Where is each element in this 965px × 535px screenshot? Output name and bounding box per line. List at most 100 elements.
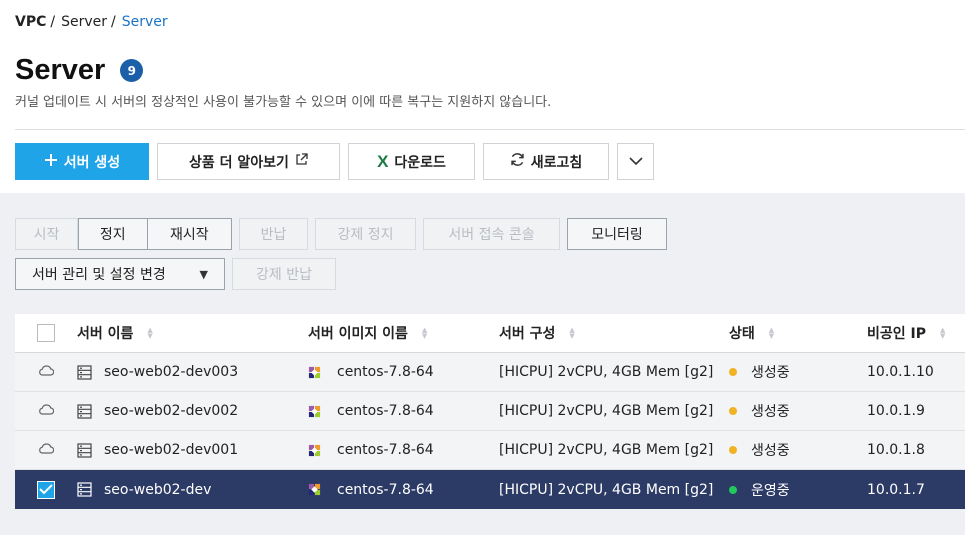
status-text: 생성중: [751, 443, 790, 459]
sort-icon: ▲ ▼: [147, 326, 153, 340]
row-checkbox[interactable]: [37, 480, 55, 499]
breadcrumb-vpc[interactable]: VPC: [15, 14, 46, 30]
server-image-cell: centos-7.8-64: [308, 482, 499, 498]
server-icon: [77, 403, 92, 419]
server-name[interactable]: seo-web02-dev: [104, 482, 211, 498]
server-image-cell: centos-7.8-64: [308, 364, 499, 380]
force-stop-button[interactable]: 강제 정지: [315, 218, 416, 250]
server-spec: [HICPU] 2vCPU, 4GB Mem [g2]: [499, 481, 714, 498]
server-status-cell: 생성중: [729, 401, 867, 421]
stop-button[interactable]: 정지: [79, 219, 148, 249]
server-icon: [77, 442, 92, 458]
private-ip: 10.0.1.7: [867, 481, 925, 498]
server-console-button[interactable]: 서버 접속 콘솔: [423, 218, 560, 250]
chevron-down-icon: [628, 154, 643, 170]
server-status-cell: 운영중: [729, 480, 867, 500]
server-table: 서버 이름 ▲ ▼ 서버 이미지 이름 ▲ ▼ 서버 구성 ▲ ▼ 상태 ▲ ▼ 비공인…: [15, 314, 965, 509]
table-row[interactable]: seo-web02-dev centos-7.8-64 [HICPU] 2vCP…: [15, 470, 965, 509]
external-link-icon: [295, 153, 308, 170]
table-row[interactable]: seo-web02-dev002 centos-7.8-64 [HICPU] 2…: [15, 392, 965, 431]
page-header: Server 9: [15, 54, 144, 87]
download-button[interactable]: X 다운로드: [348, 143, 475, 180]
force-return-button[interactable]: 강제 반납: [232, 258, 336, 290]
private-ip-cell: 10.0.1.8: [867, 442, 965, 458]
server-image-cell: centos-7.8-64: [308, 442, 499, 458]
private-ip-cell: 10.0.1.7: [867, 482, 965, 498]
breadcrumb-server-parent[interactable]: Server: [61, 14, 107, 30]
learn-more-button[interactable]: 상품 더 알아보기: [157, 143, 340, 180]
create-server-button[interactable]: 서버 생성: [15, 143, 149, 180]
server-image-cell: centos-7.8-64: [308, 403, 499, 419]
private-ip: 10.0.1.10: [867, 364, 934, 380]
server-count-badge: 9: [120, 59, 144, 82]
status-dot: [729, 368, 737, 376]
server-spec-cell: [HICPU] 2vCPU, 4GB Mem [g2]: [499, 364, 729, 380]
server-spec: [HICPU] 2vCPU, 4GB Mem [g2]: [499, 442, 714, 458]
server-name[interactable]: seo-web02-dev001: [104, 442, 238, 458]
private-ip-cell: 10.0.1.9: [867, 403, 965, 419]
column-header-ip-label: 비공인 IP: [867, 326, 926, 342]
column-header-ip[interactable]: 비공인 IP ▲ ▼: [867, 323, 965, 343]
cloud-icon[interactable]: [38, 403, 55, 419]
page-notice: 커널 업데이트 시 서버의 정상적인 사용이 불가능할 수 있으며 이에 따른 …: [15, 95, 552, 110]
row-select-cell: [15, 480, 77, 499]
header-checkbox-cell: [15, 324, 77, 342]
create-server-label: 서버 생성: [63, 154, 121, 171]
server-name[interactable]: seo-web02-dev002: [104, 403, 238, 419]
header-divider: [15, 129, 965, 130]
table-row[interactable]: seo-web02-dev001 centos-7.8-64 [HICPU] 2…: [15, 431, 965, 470]
toolbar: 서버 생성 상품 더 알아보기 X 다운로드 새로고침: [15, 143, 654, 180]
plus-icon: [44, 153, 58, 171]
column-header-image[interactable]: 서버 이미지 이름 ▲ ▼: [308, 323, 499, 343]
server-manage-label: 서버 관리 및 설정 변경: [32, 267, 166, 283]
select-all-checkbox[interactable]: [37, 324, 55, 342]
row-select-cell: [15, 442, 77, 458]
table-row[interactable]: seo-web02-dev003 centos-7.8-64 [HICPU] 2…: [15, 353, 965, 392]
more-options-button[interactable]: [617, 143, 654, 180]
server-image-name: centos-7.8-64: [337, 364, 434, 380]
column-header-spec[interactable]: 서버 구성 ▲ ▼: [499, 323, 729, 343]
refresh-icon: [510, 152, 525, 171]
server-name-cell: seo-web02-dev001: [77, 442, 308, 458]
table-body: seo-web02-dev003 centos-7.8-64 [HICPU] 2…: [15, 353, 965, 509]
breadcrumb-server-current[interactable]: Server: [122, 14, 168, 30]
column-header-status[interactable]: 상태 ▲ ▼: [729, 323, 867, 343]
server-name[interactable]: seo-web02-dev003: [104, 364, 238, 380]
server-manage-dropdown[interactable]: 서버 관리 및 설정 변경 ▼: [15, 258, 225, 290]
start-button[interactable]: 시작: [15, 218, 78, 250]
status-dot: [729, 407, 737, 415]
server-image-name: centos-7.8-64: [337, 481, 434, 498]
breadcrumb-separator: /: [111, 14, 116, 30]
server-image-name: centos-7.8-64: [337, 442, 434, 458]
stop-restart-group: 정지 재시작: [78, 218, 232, 250]
server-name-cell: seo-web02-dev002: [77, 403, 308, 419]
page-title: Server: [15, 54, 106, 86]
learn-more-label: 상품 더 알아보기: [189, 154, 289, 171]
table-header: 서버 이름 ▲ ▼ 서버 이미지 이름 ▲ ▼ 서버 구성 ▲ ▼ 상태 ▲ ▼ 비공인…: [15, 314, 965, 353]
server-spec: [HICPU] 2vCPU, 4GB Mem [g2]: [499, 403, 714, 419]
restart-button[interactable]: 재시작: [148, 219, 231, 249]
column-header-spec-label: 서버 구성: [499, 326, 556, 342]
monitoring-button[interactable]: 모니터링: [567, 218, 667, 250]
status-dot: [729, 485, 737, 494]
sort-icon: ▲ ▼: [939, 326, 946, 340]
private-ip-cell: 10.0.1.10: [867, 364, 965, 380]
server-name-cell: seo-web02-dev: [77, 482, 308, 498]
cloud-icon[interactable]: [38, 442, 55, 458]
cloud-icon[interactable]: [38, 364, 55, 380]
server-status-cell: 생성중: [729, 440, 867, 460]
sort-icon: ▲ ▼: [421, 326, 428, 340]
breadcrumb-separator: /: [50, 14, 56, 30]
refresh-button[interactable]: 새로고침: [483, 143, 609, 180]
server-status-cell: 생성중: [729, 362, 867, 382]
server-image-name: centos-7.8-64: [337, 403, 434, 419]
excel-icon: X: [377, 151, 389, 171]
action-bar-primary: 시작 정지 재시작 반납 강제 정지 서버 접속 콘솔 모니터링: [15, 218, 667, 250]
server-spec-cell: [HICPU] 2vCPU, 4GB Mem [g2]: [499, 403, 729, 419]
status-dot: [729, 446, 737, 454]
status-text: 운영중: [751, 482, 790, 499]
return-button[interactable]: 반납: [239, 218, 308, 250]
centos-icon: [308, 366, 321, 379]
server-spec-cell: [HICPU] 2vCPU, 4GB Mem [g2]: [499, 442, 729, 458]
column-header-name[interactable]: 서버 이름 ▲ ▼: [77, 323, 308, 343]
